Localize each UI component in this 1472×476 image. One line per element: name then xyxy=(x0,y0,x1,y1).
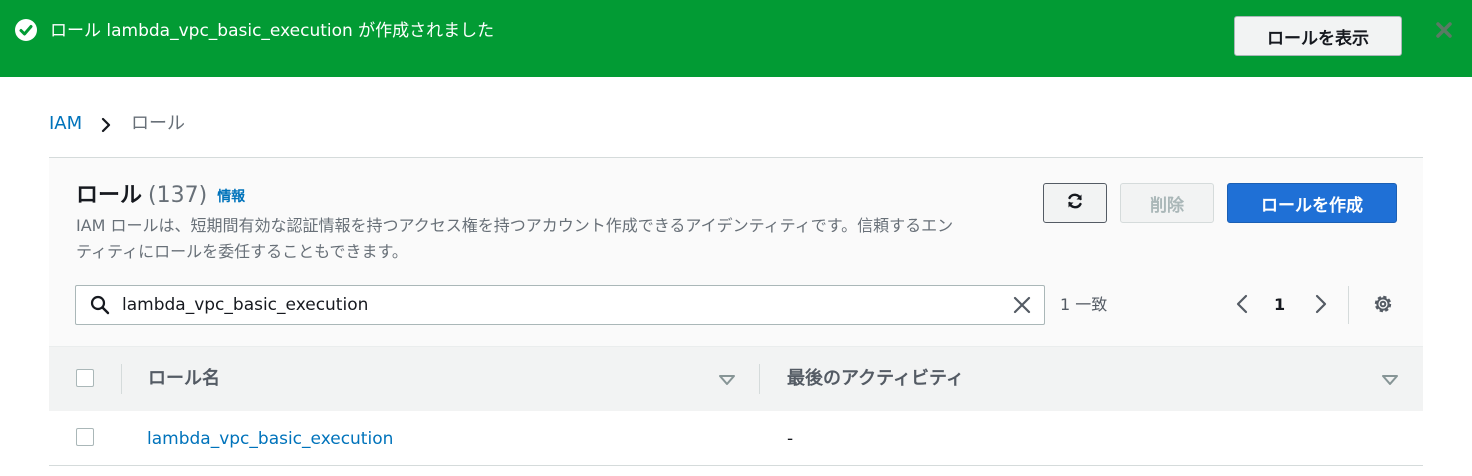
search-input[interactable]: lambda_vpc_basic_execution xyxy=(75,285,1045,325)
last-activity-cell: - xyxy=(787,429,794,449)
delete-button[interactable]: 削除 xyxy=(1120,183,1214,223)
chevron-right-icon[interactable] xyxy=(1313,293,1329,315)
role-name-link[interactable]: lambda_vpc_basic_execution xyxy=(147,428,393,450)
create-role-button[interactable]: ロールを作成 xyxy=(1227,183,1397,223)
refresh-button[interactable] xyxy=(1043,183,1107,223)
close-icon[interactable] xyxy=(1434,20,1454,40)
column-header-role-name[interactable]: ロール名 xyxy=(148,366,220,392)
banner-message: ロール lambda_vpc_basic_execution が作成されました xyxy=(50,21,495,41)
breadcrumb-current: ロール xyxy=(131,113,185,134)
info-link[interactable]: 情報 xyxy=(217,189,245,205)
breadcrumb-iam-link[interactable]: IAM xyxy=(49,113,82,134)
chevron-right-icon xyxy=(99,116,113,133)
row-checkbox[interactable] xyxy=(76,428,94,446)
select-all-checkbox[interactable] xyxy=(76,369,94,387)
search-icon xyxy=(90,295,110,315)
page-title: ロール (137) 情報 xyxy=(76,181,245,213)
gear-icon[interactable] xyxy=(1372,293,1394,315)
chevron-left-icon[interactable] xyxy=(1234,293,1250,315)
breadcrumb: IAM ロール xyxy=(49,112,185,136)
divider xyxy=(1348,286,1349,324)
view-role-button[interactable]: ロールを表示 xyxy=(1234,16,1402,56)
page-description: IAM ロールは、短期間有効な認証情報を持つアクセス権を持つアカウント作成できる… xyxy=(76,216,954,261)
clear-icon[interactable] xyxy=(1012,295,1032,315)
search-value: lambda_vpc_basic_execution xyxy=(122,295,369,315)
column-divider xyxy=(759,364,760,394)
title-text: ロール xyxy=(76,183,143,208)
column-divider xyxy=(121,364,122,394)
role-count: (137) xyxy=(148,183,208,208)
current-page[interactable]: 1 xyxy=(1274,294,1285,316)
refresh-icon xyxy=(1065,191,1085,216)
sort-down-icon[interactable] xyxy=(718,372,736,386)
column-header-last-activity[interactable]: 最後のアクティビティ xyxy=(787,366,964,392)
sort-down-icon[interactable] xyxy=(1381,372,1399,386)
success-banner: ロール lambda_vpc_basic_execution が作成されました … xyxy=(0,0,1472,77)
match-count: 1 一致 xyxy=(1060,295,1108,314)
check-circle-icon xyxy=(15,19,37,41)
table-header xyxy=(49,346,1423,412)
